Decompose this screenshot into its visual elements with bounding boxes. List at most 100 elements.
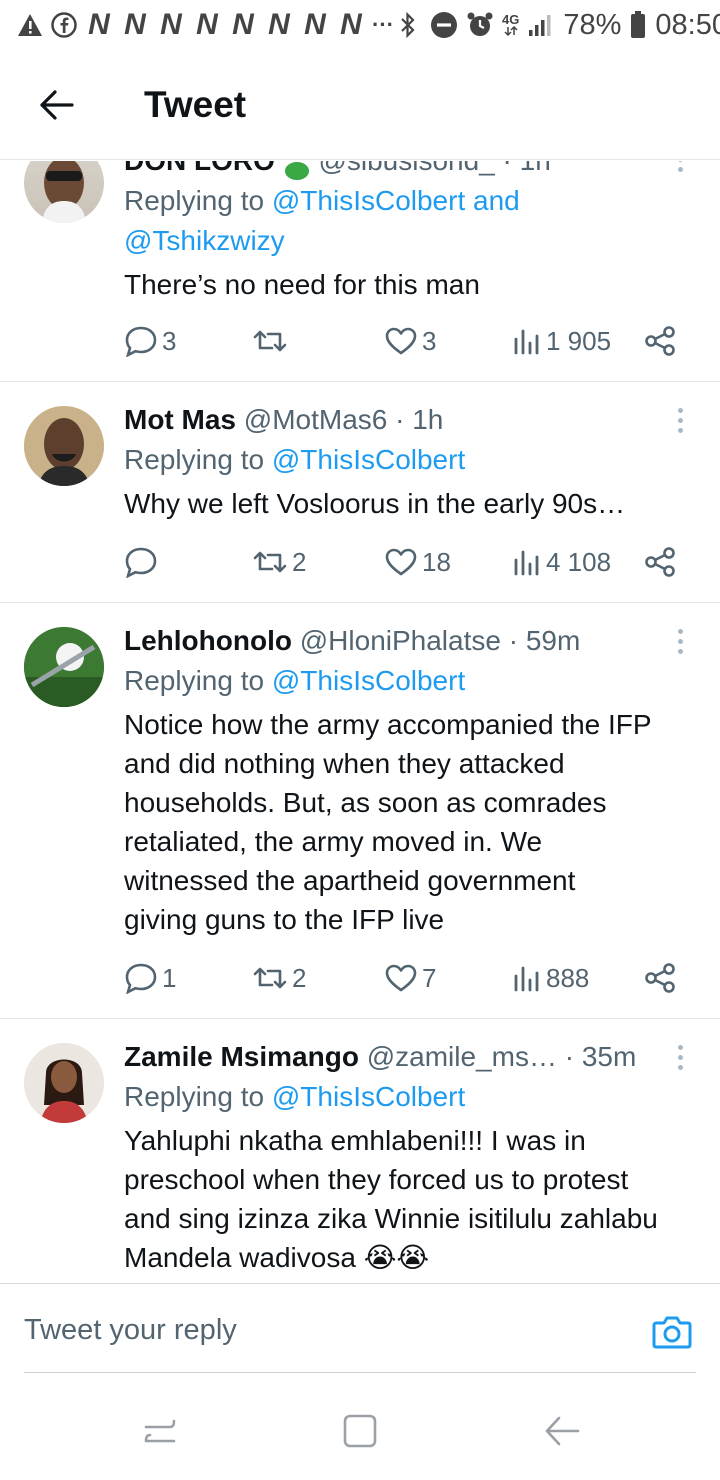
more-options-button[interactable] [670,1037,690,1077]
more-notifications-indicator: ··· [372,12,394,37]
retweet-icon [253,967,287,989]
replying-to-label: Replying to [124,185,272,216]
author-name: Mot Mas [124,404,236,435]
analytics-icon [514,329,539,355]
reply-composer: Tweet your reply [0,1283,720,1375]
retweet-button[interactable]: 2 [252,958,306,998]
camera-button[interactable] [652,1314,692,1350]
system-navigation-bar [0,1375,720,1480]
mention-link[interactable]: @ThisIsColbert [272,665,465,696]
views-button[interactable]: 888 [512,958,589,998]
app-header: Tweet [0,50,720,160]
like-count: 18 [422,546,451,577]
heart-icon [385,964,417,992]
tweet-text-line: preschool when they forced us to protest [124,1164,629,1195]
author-name: Lehlohonolo [124,625,292,656]
tweet-text-line: witnessed the apartheid government [124,865,576,896]
verified-emoji-icon [283,161,311,180]
retweet-icon [253,551,287,573]
view-count: 888 [546,962,590,993]
more-options-button[interactable] [670,400,690,440]
notification-n-icon: N [124,8,146,41]
reply-count: 1 [162,962,177,993]
views-button[interactable]: 1 905 [512,321,611,361]
composer-underline [24,1372,696,1373]
back-button[interactable] [26,75,86,135]
avatar[interactable] [24,161,104,223]
like-button[interactable]: 18 [384,542,451,582]
tweet-actions: 3 3 1 905 [124,321,676,361]
tweet-body: Lehlohonolo @HloniPhalatse · 59m Replyin… [124,621,696,939]
tweet-text-line: giving guns to the IFP live [124,904,445,935]
avatar[interactable] [24,1043,104,1123]
tweet-author-line[interactable]: Lehlohonolo @HloniPhalatse · 59m [124,621,696,661]
warning-icon [16,11,44,39]
share-button[interactable] [644,321,676,361]
share-button[interactable] [644,542,676,582]
tweet-body: DON LORO @sibusisond_ · 1h Replying to @… [124,161,696,304]
back-nav-icon [545,1416,580,1446]
like-button[interactable]: 7 [384,958,436,998]
reply-button[interactable]: 1 [124,958,176,998]
reply-button[interactable]: 3 [124,321,176,361]
tweet-actions: 1 2 7 888 [124,958,676,998]
bluetooth-icon [394,11,422,39]
signal-strength-icon [527,11,555,39]
tweet-text[interactable]: Notice how the army accompanied the IFP … [124,705,696,939]
like-button[interactable]: 3 [384,321,436,361]
recent-apps-icon [144,1419,176,1443]
battery-percentage: 78% [563,8,622,41]
like-count: 3 [422,325,437,356]
author-handle: @sibusisond_ · 1h [318,161,550,176]
heart-icon [385,327,417,355]
author-name: Zamile Msimango [124,1041,359,1072]
notification-icons: N N N N N N N N ··· [16,8,394,42]
tweet[interactable]: DON LORO @sibusisond_ · 1h Replying to @… [0,161,720,382]
replying-to-continued: @Tshikzwizy [124,221,696,261]
tweet-text[interactable]: Why we left Vosloorus in the early 90s… [124,484,696,523]
mention-link[interactable]: @ThisIsColbert [272,444,465,475]
retweet-button[interactable] [252,321,292,361]
home-button[interactable] [340,1411,380,1451]
recent-apps-button[interactable] [140,1411,180,1451]
reply-feed[interactable]: DON LORO @sibusisond_ · 1h Replying to @… [0,161,720,1283]
tweet-text[interactable]: Yahluphi nkatha emhlabeni!!! I was in pr… [124,1121,696,1277]
replying-to: Replying to @ThisIsColbert [124,440,696,480]
tweet-text[interactable]: There’s no need for this man [124,265,696,304]
tweet-author-line[interactable]: Mot Mas @MotMas6 · 1h [124,400,696,440]
reply-button[interactable] [124,542,162,582]
more-options-button[interactable] [670,621,690,661]
tweet-author-line[interactable]: Zamile Msimango @zamile_ms… · 35m [124,1037,696,1077]
status-bar: N N N N N N N N ··· 4G 78% 08:50 [0,0,720,50]
notification-n-icon: N [232,8,254,41]
tweet-author-line[interactable]: DON LORO @sibusisond_ · 1h [124,161,696,181]
tweet[interactable]: Mot Mas @MotMas6 · 1h Replying to @ThisI… [0,382,720,603]
back-nav-button[interactable] [542,1411,582,1451]
author-handle: @zamile_ms… · 35m [366,1041,637,1072]
replying-to-label: Replying to [124,1081,272,1112]
share-icon [645,963,675,993]
mention-link[interactable]: @ThisIsColbert [272,1081,465,1112]
views-button[interactable]: 4 108 [512,542,611,582]
tweet[interactable]: Lehlohonolo @HloniPhalatse · 59m Replyin… [0,603,720,1019]
view-count: 4 108 [546,546,612,577]
mention-link[interactable]: @Tshikzwizy [124,225,285,256]
retweet-count: 2 [292,962,307,993]
more-options-button[interactable] [670,161,690,179]
avatar[interactable] [24,627,104,707]
reply-icon [125,547,157,578]
tweet-body: Mot Mas @MotMas6 · 1h Replying to @ThisI… [124,400,696,523]
notification-n-icon: N [340,8,362,41]
mention-link[interactable]: @ThisIsColbert and [272,185,520,216]
retweet-button[interactable]: 2 [252,542,306,582]
tweet-text-line: and did nothing when they attacked [124,748,565,779]
share-button[interactable] [644,958,676,998]
system-icons: 4G 78% 08:50 [394,9,720,42]
tweet[interactable]: Zamile Msimango @zamile_ms… · 35m Replyi… [0,1019,720,1283]
reply-input[interactable]: Tweet your reply [24,1314,237,1347]
avatar[interactable] [24,406,104,486]
tweet-body: Zamile Msimango @zamile_ms… · 35m Replyi… [124,1037,696,1277]
analytics-icon [514,966,539,992]
notification-n-icon: N [196,8,218,41]
network-type-label: 4G [501,12,520,27]
